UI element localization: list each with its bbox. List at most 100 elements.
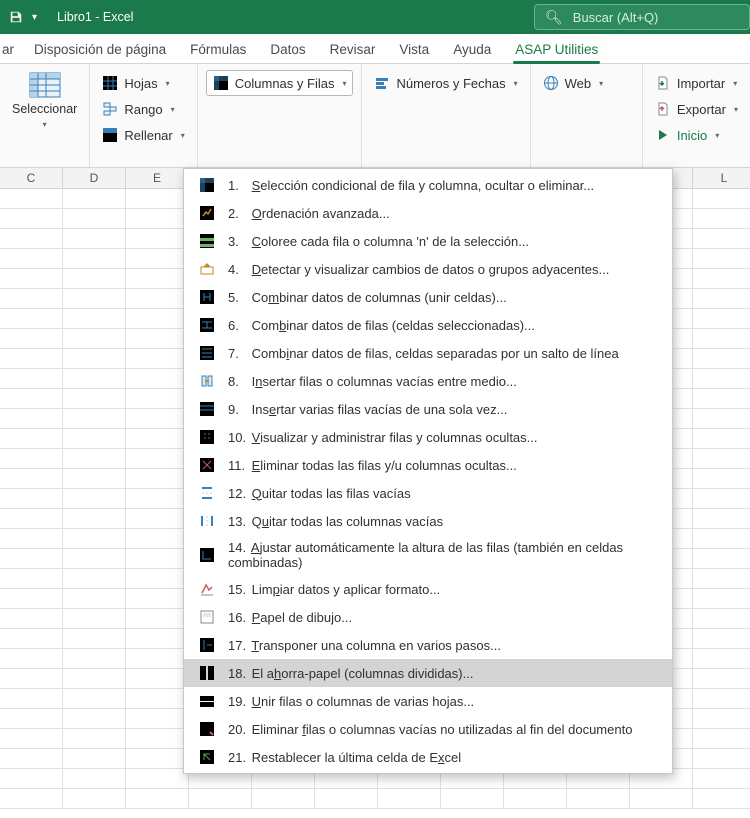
grid-cell[interactable] (378, 789, 441, 808)
menu-item-19[interactable]: 19. Unir filas o columnas de varias hoja… (184, 687, 672, 715)
grid-cell[interactable] (63, 709, 126, 728)
grid-cell[interactable] (126, 249, 189, 268)
grid-cell[interactable] (693, 289, 750, 308)
grid-cell[interactable] (693, 589, 750, 608)
grid-cell[interactable] (0, 209, 63, 228)
grid-cell[interactable] (126, 309, 189, 328)
grid-cell[interactable] (63, 549, 126, 568)
grid-cell[interactable] (63, 349, 126, 368)
menu-item-13[interactable]: 13. Quitar todas las columnas vacías (184, 507, 672, 535)
tab-disposición-de-página[interactable]: Disposición de página (22, 36, 178, 63)
grid-cell[interactable] (693, 229, 750, 248)
tab-datos[interactable]: Datos (258, 36, 317, 63)
grid-cell[interactable] (0, 189, 63, 208)
grid-cell[interactable] (126, 709, 189, 728)
grid-cell[interactable] (693, 749, 750, 768)
grid-cell[interactable] (0, 269, 63, 288)
grid-cell[interactable] (693, 729, 750, 748)
grid-cell[interactable] (567, 789, 630, 808)
grid-cell[interactable] (126, 369, 189, 388)
select-button[interactable]: Seleccionar ▾ (12, 70, 77, 129)
menu-item-21[interactable]: 21. Restablecer la última celda de Excel (184, 743, 672, 771)
numeros-fechas-button[interactable]: Números y Fechas ▾ (370, 70, 521, 96)
grid-cell[interactable] (0, 629, 63, 648)
menu-item-2[interactable]: 2. Ordenación avanzada... (184, 199, 672, 227)
grid-cell[interactable] (63, 269, 126, 288)
grid-cell[interactable] (126, 189, 189, 208)
grid-cell[interactable] (693, 429, 750, 448)
grid-cell[interactable] (126, 449, 189, 468)
grid-cell[interactable] (693, 509, 750, 528)
grid-cell[interactable] (0, 249, 63, 268)
grid-cell[interactable] (693, 609, 750, 628)
grid-cell[interactable] (63, 329, 126, 348)
grid-cell[interactable] (693, 189, 750, 208)
menu-item-6[interactable]: 6. Combinar datos de filas (celdas selec… (184, 311, 672, 339)
menu-item-9[interactable]: 9. Insertar varias filas vacías de una s… (184, 395, 672, 423)
grid-cell[interactable] (693, 689, 750, 708)
grid-cell[interactable] (0, 749, 63, 768)
grid-cell[interactable] (63, 369, 126, 388)
grid-cell[interactable] (693, 349, 750, 368)
grid-cell[interactable] (126, 389, 189, 408)
tab-fórmulas[interactable]: Fórmulas (178, 36, 258, 63)
columnas-filas-button[interactable]: Columnas y Filas ▾ (206, 70, 354, 96)
grid-cell[interactable] (63, 309, 126, 328)
grid-cell[interactable] (693, 249, 750, 268)
grid-cell[interactable] (0, 589, 63, 608)
grid-cell[interactable] (0, 669, 63, 688)
column-header[interactable]: D (63, 168, 126, 188)
menu-item-11[interactable]: 11. Eliminar todas las filas y/u columna… (184, 451, 672, 479)
grid-cell[interactable] (126, 269, 189, 288)
grid-cell[interactable] (63, 749, 126, 768)
grid-cell[interactable] (126, 349, 189, 368)
grid-cell[interactable] (693, 389, 750, 408)
grid-cell[interactable] (693, 409, 750, 428)
grid-cell[interactable] (693, 789, 750, 808)
grid-cell[interactable] (126, 689, 189, 708)
menu-item-5[interactable]: 5. Combinar datos de columnas (unir celd… (184, 283, 672, 311)
grid-cell[interactable] (126, 629, 189, 648)
grid-cell[interactable] (63, 589, 126, 608)
grid-cell[interactable] (0, 569, 63, 588)
grid-cell[interactable] (126, 509, 189, 528)
menu-item-3[interactable]: 3. Coloree cada fila o columna 'n' de la… (184, 227, 672, 255)
grid-cell[interactable] (693, 709, 750, 728)
grid-cell[interactable] (693, 649, 750, 668)
inicio-button[interactable]: Inicio ▾ (651, 122, 742, 148)
tab-asap-utilities[interactable]: ASAP Utilities (503, 36, 610, 63)
grid-cell[interactable] (126, 229, 189, 248)
grid-cell[interactable] (0, 469, 63, 488)
grid-cell[interactable] (63, 569, 126, 588)
menu-item-15[interactable]: 15. Limpiar datos y aplicar formato... (184, 575, 672, 603)
menu-item-17[interactable]: 17. Transponer una columna en varios pas… (184, 631, 672, 659)
grid-cell[interactable] (693, 529, 750, 548)
grid-cell[interactable] (63, 249, 126, 268)
menu-item-8[interactable]: 8. Insertar filas o columnas vacías entr… (184, 367, 672, 395)
rango-button[interactable]: Rango ▾ (98, 96, 188, 122)
grid-cell[interactable] (126, 669, 189, 688)
menu-item-16[interactable]: 16. Papel de dibujo... (184, 603, 672, 631)
grid-cell[interactable] (693, 669, 750, 688)
grid-cell[interactable] (126, 549, 189, 568)
tab-ar[interactable]: ar (0, 36, 22, 63)
grid-cell[interactable] (126, 209, 189, 228)
grid-cell[interactable] (63, 609, 126, 628)
grid-cell[interactable] (0, 329, 63, 348)
menu-item-4[interactable]: 4. Detectar y visualizar cambios de dato… (184, 255, 672, 283)
grid-cell[interactable] (126, 589, 189, 608)
grid-cell[interactable] (63, 649, 126, 668)
grid-cell[interactable] (0, 769, 63, 788)
grid-cell[interactable] (693, 569, 750, 588)
grid-cell[interactable] (126, 749, 189, 768)
grid-cell[interactable] (126, 469, 189, 488)
grid-cell[interactable] (693, 489, 750, 508)
grid-cell[interactable] (63, 289, 126, 308)
grid-cell[interactable] (0, 709, 63, 728)
tab-vista[interactable]: Vista (387, 36, 441, 63)
grid-cell[interactable] (126, 529, 189, 548)
grid-cell[interactable] (252, 789, 315, 808)
grid-cell[interactable] (126, 609, 189, 628)
grid-cell[interactable] (63, 529, 126, 548)
grid-cell[interactable] (441, 789, 504, 808)
